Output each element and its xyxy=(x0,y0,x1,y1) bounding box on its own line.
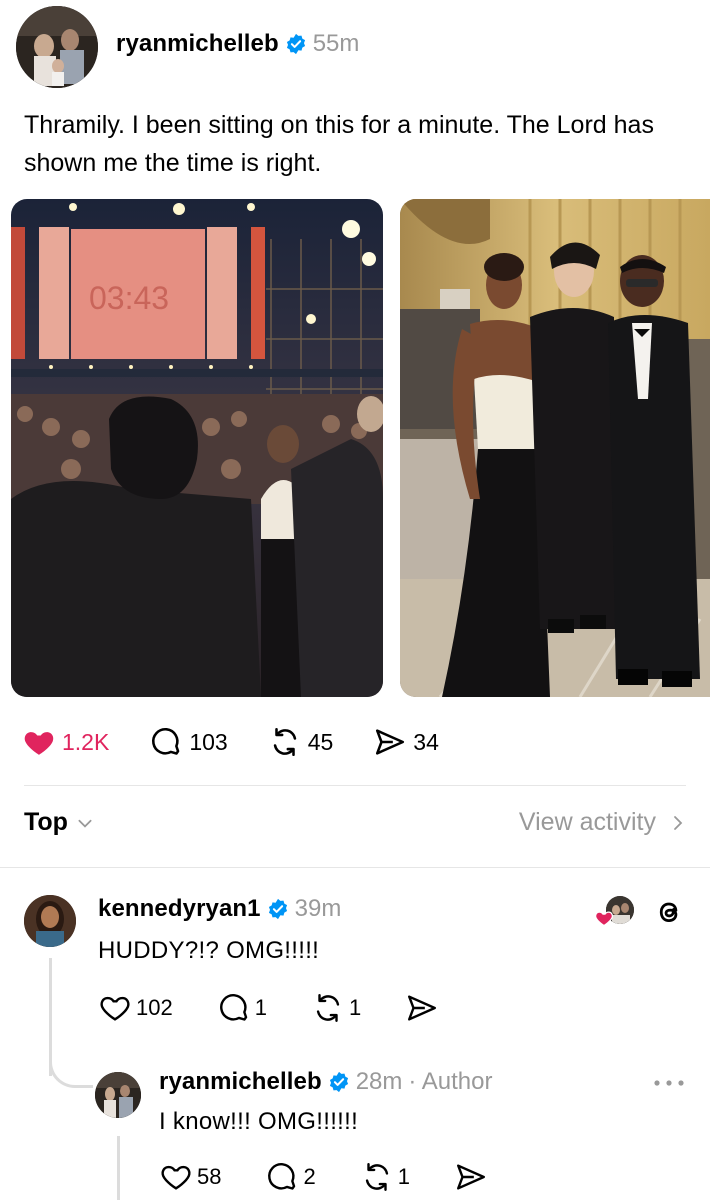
reply-time: 39m xyxy=(294,895,342,922)
comment-icon xyxy=(219,994,247,1021)
post-actions: 1.2K 103 45 34 xyxy=(22,722,479,762)
reply-body: kennedyryan1 39m HUDDY?!? OMG!!!!! 102 1… xyxy=(98,895,487,1025)
reply-text: HUDDY?!? OMG!!!!! xyxy=(98,937,320,964)
post-username[interactable]: ryanmichelleb xyxy=(116,30,279,58)
author-badge: · Author xyxy=(408,1068,493,1095)
share-count: 34 xyxy=(413,728,439,755)
comment-button[interactable]: 1 xyxy=(217,991,267,1025)
share-button[interactable] xyxy=(454,1160,492,1194)
like-count: 1.2K xyxy=(62,728,110,755)
more-icon[interactable] xyxy=(652,1078,686,1088)
like-count: 58 xyxy=(197,1164,222,1189)
sort-label: Top xyxy=(24,808,68,836)
reply-username[interactable]: ryanmichelleb xyxy=(159,1068,322,1096)
avatar[interactable] xyxy=(24,895,76,947)
reply-actions: 102 1 1 xyxy=(98,991,487,1025)
heart-icon xyxy=(100,996,130,1021)
share-icon xyxy=(408,995,437,1021)
share-button[interactable]: 34 xyxy=(373,725,439,759)
reply-meta xyxy=(590,895,686,929)
reply-actions: 58 2 1 xyxy=(159,1160,536,1194)
reply-username[interactable]: kennedyryan1 xyxy=(98,895,261,923)
repost-button[interactable]: 1 xyxy=(360,1160,410,1194)
chevron-down-icon xyxy=(78,819,92,828)
repost-button[interactable]: 1 xyxy=(311,991,361,1025)
post-photo-2[interactable] xyxy=(400,199,710,697)
verified-icon xyxy=(267,898,289,920)
threads-logo-icon[interactable] xyxy=(652,895,686,929)
share-button[interactable] xyxy=(405,991,443,1025)
comment-count: 1 xyxy=(254,995,267,1020)
repost-button[interactable]: 45 xyxy=(268,725,334,759)
divider xyxy=(24,785,686,786)
divider xyxy=(0,867,710,868)
comment-count: 2 xyxy=(303,1164,316,1189)
like-button[interactable]: 58 xyxy=(159,1160,221,1194)
repost-icon xyxy=(365,1163,388,1191)
repost-count: 45 xyxy=(307,728,334,755)
verified-icon xyxy=(285,33,307,55)
heart-icon xyxy=(595,911,613,927)
like-count: 102 xyxy=(136,995,173,1020)
chevron-right-icon xyxy=(674,815,683,830)
share-icon xyxy=(457,1164,485,1190)
comment-button[interactable]: 2 xyxy=(265,1160,316,1194)
thread-line xyxy=(117,1136,120,1200)
avatar[interactable] xyxy=(95,1072,141,1118)
reply-user-row: kennedyryan1 39m xyxy=(98,895,487,923)
repost-icon xyxy=(273,727,296,757)
post-caption: Thramily. I been sitting on this for a m… xyxy=(24,111,654,177)
heart-icon xyxy=(24,732,54,755)
repost-count: 1 xyxy=(348,995,362,1020)
comment-button[interactable]: 103 xyxy=(149,725,228,759)
post-time: 55m xyxy=(312,30,360,57)
reply-text: I know!!! OMG!!!!!! xyxy=(159,1108,359,1135)
like-button[interactable]: 1.2K xyxy=(22,725,109,759)
verified-icon xyxy=(328,1071,350,1093)
repost-icon xyxy=(316,994,340,1022)
comment-count: 103 xyxy=(189,728,228,755)
venue-screen-clock: 03:43 xyxy=(89,280,169,316)
avatar[interactable] xyxy=(16,6,98,88)
liked-by-author xyxy=(590,896,634,928)
replies-sort-row: Top View activity xyxy=(24,808,686,837)
view-activity-label: View activity xyxy=(518,808,656,836)
thread-connector xyxy=(49,1040,93,1088)
post-header: ryanmichelleb 55m xyxy=(16,6,359,88)
reply-time: 28m xyxy=(355,1068,403,1095)
heart-icon xyxy=(161,1165,191,1190)
post-photo-1[interactable]: 03:43 xyxy=(11,199,383,697)
like-button[interactable]: 102 xyxy=(98,991,173,1025)
reply-user-row: ryanmichelleb 28m · Author xyxy=(159,1068,536,1096)
repost-count: 1 xyxy=(397,1164,410,1189)
view-activity-link[interactable]: View activity xyxy=(519,808,686,837)
post-user-row: ryanmichelleb 55m xyxy=(116,30,359,58)
share-icon xyxy=(376,729,405,755)
comment-icon xyxy=(268,1163,296,1190)
reply-body: ryanmichelleb 28m · Author I know!!! OMG… xyxy=(159,1068,536,1194)
comment-icon xyxy=(152,728,180,755)
sort-dropdown[interactable]: Top xyxy=(24,808,94,837)
